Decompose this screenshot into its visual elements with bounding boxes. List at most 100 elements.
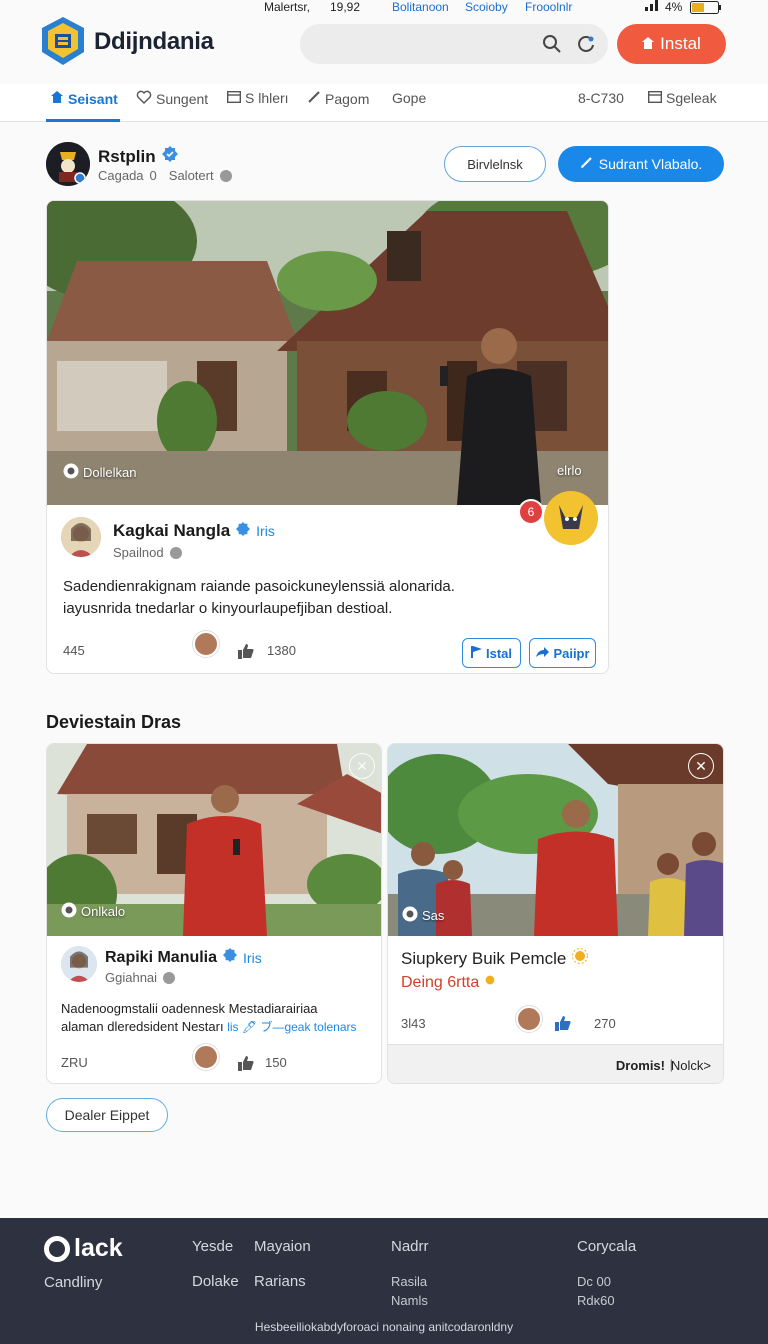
close-icon[interactable]: ✕ bbox=[688, 753, 714, 779]
install-label: Instal bbox=[660, 34, 701, 53]
footer-link[interactable]: Dolake bbox=[192, 1273, 239, 1290]
post-photo[interactable]: Sas ✕ bbox=[388, 744, 723, 936]
nav-item-sungent[interactable]: Sungent bbox=[136, 90, 208, 107]
refresh-icon[interactable] bbox=[576, 34, 596, 54]
footer-link[interactable]: Nadrr bbox=[391, 1238, 429, 1255]
share-chip-button[interactable]: Paiipr bbox=[529, 638, 596, 668]
photo-caption-right: elrlo bbox=[557, 463, 582, 478]
sun-icon bbox=[483, 973, 497, 992]
view-count: 445 bbox=[63, 643, 85, 658]
close-icon[interactable]: ✕ bbox=[349, 753, 375, 779]
author-subtitle: Ggiahnai bbox=[105, 970, 176, 985]
search-bar[interactable] bbox=[300, 24, 608, 64]
info-icon bbox=[169, 546, 182, 559]
commenter-avatar[interactable] bbox=[193, 1044, 219, 1070]
profile-name[interactable]: Rstplin bbox=[98, 146, 178, 167]
card-subtitle: Deing 6rtta bbox=[401, 973, 497, 992]
footer-tagline: Candliny bbox=[44, 1274, 103, 1291]
nav-item-sgeleak[interactable]: Sgeleak bbox=[647, 90, 717, 106]
like-count: 1380 bbox=[267, 643, 296, 658]
photo-location-tag[interactable]: Dollelkan bbox=[63, 463, 136, 482]
active-tab-indicator bbox=[46, 119, 120, 122]
author-name[interactable]: Rapiki Manulia Iris bbox=[105, 948, 262, 967]
footer-logo[interactable]: lack bbox=[44, 1234, 123, 1263]
view-count: ZRU bbox=[61, 1055, 88, 1070]
author-avatar[interactable] bbox=[61, 517, 101, 557]
status-link[interactable]: Scoioby bbox=[465, 0, 508, 14]
info-icon bbox=[163, 971, 176, 984]
commenter-avatar[interactable] bbox=[193, 631, 219, 657]
heart-icon bbox=[136, 90, 152, 107]
location-icon bbox=[63, 463, 79, 482]
location-icon bbox=[402, 906, 418, 925]
nav-item-code[interactable]: 8-C730 bbox=[578, 90, 624, 106]
author-subtitle: Spailnod bbox=[113, 545, 182, 560]
brand-logo-icon[interactable] bbox=[40, 16, 86, 66]
footer-logo-icon bbox=[44, 1235, 70, 1262]
post-text: Nadenoogmstalii oadennesk Mestadiarairia… bbox=[61, 1001, 357, 1034]
thumbs-up-icon[interactable] bbox=[554, 1014, 572, 1032]
footer-link[interactable]: Corycala bbox=[577, 1238, 636, 1255]
footer-legal: Hesbeeiliokabdyforoaci nonaing anitcodar… bbox=[254, 1320, 514, 1334]
window-icon bbox=[647, 90, 663, 106]
post-card-right[interactable]: Sas ✕ Siupkery Buik Pemcle Deing 6rtta 3… bbox=[387, 743, 724, 1084]
verified-badge-icon bbox=[223, 948, 238, 967]
status-carrier: Malertsr, bbox=[264, 0, 311, 14]
profile-stats: Cagada 0 Salotert bbox=[98, 168, 232, 183]
status-link[interactable]: Frooolnlr bbox=[525, 0, 572, 14]
avatar[interactable] bbox=[46, 142, 90, 186]
house-icon bbox=[642, 34, 655, 54]
post-text: Sadendienrakignam raiande pasoickuneylen… bbox=[63, 578, 455, 617]
nav-item-gope[interactable]: Gope bbox=[392, 90, 426, 106]
info-icon bbox=[219, 169, 232, 182]
search-icon[interactable] bbox=[542, 34, 562, 54]
photo-location-tag[interactable]: Sas bbox=[402, 906, 444, 925]
secondary-action-button[interactable]: Birvlelnsk bbox=[444, 146, 546, 182]
footer-info: Rdκ60 bbox=[577, 1293, 615, 1308]
location-icon bbox=[61, 902, 77, 921]
pencil-icon bbox=[580, 156, 593, 172]
home-icon bbox=[50, 90, 64, 107]
footer-link[interactable]: Mayaion bbox=[254, 1238, 311, 1255]
notification-badge[interactable]: 6 bbox=[518, 499, 544, 525]
sun-icon bbox=[572, 948, 589, 969]
commenter-avatar[interactable] bbox=[516, 1006, 542, 1032]
footer-info: Dc 00 bbox=[577, 1274, 611, 1289]
dealer-button[interactable]: Dealer Eippet bbox=[46, 1098, 168, 1132]
footer-link[interactable]: Namls bbox=[391, 1293, 428, 1308]
photo-location-tag[interactable]: Onlkalo bbox=[61, 902, 125, 921]
feature-post-card[interactable]: Dollelkan elrlo 6 Kagkai Nangla Iris Spa… bbox=[46, 200, 609, 674]
post-link[interactable]: lis 🖊 ブ—geak tolenars bbox=[227, 1020, 356, 1034]
window-icon bbox=[226, 90, 242, 106]
signal-icon bbox=[645, 0, 659, 14]
next-link[interactable]: Nolck> bbox=[671, 1058, 711, 1073]
nav-item-pagom[interactable]: Pagom bbox=[307, 90, 369, 107]
install-chip-button[interactable]: Istal bbox=[462, 638, 521, 668]
status-time: 19,92 bbox=[330, 0, 361, 14]
pen-icon bbox=[307, 90, 321, 107]
author-name[interactable]: Kagkai Nangla Iris bbox=[113, 521, 275, 541]
brand-name: Ddijndania bbox=[94, 28, 214, 55]
status-link[interactable]: Bolitanoon bbox=[392, 0, 449, 14]
card-title: Siupkery Buik Pemcle bbox=[401, 948, 589, 969]
section-title: Deviestain Dras bbox=[46, 712, 182, 732]
footer-link[interactable]: Rarians bbox=[254, 1273, 306, 1290]
author-avatar[interactable] bbox=[61, 946, 97, 982]
thumbs-up-icon[interactable] bbox=[237, 642, 255, 660]
footer-link[interactable]: Rasila bbox=[391, 1274, 427, 1289]
dismiss-button[interactable]: Dromis! bbox=[616, 1058, 665, 1073]
install-button[interactable]: Instal bbox=[617, 24, 726, 64]
top-nav: Seisant Sungent S lhlerı Pagom Gope 8-C7… bbox=[0, 84, 768, 122]
nav-item-shlern[interactable]: S lhlerı bbox=[226, 90, 289, 106]
app-header: Ddijndania Instal bbox=[0, 14, 768, 74]
post-photo[interactable]: Dollelkan elrlo bbox=[47, 201, 608, 505]
post-photo[interactable]: Onlkalo ✕ bbox=[47, 744, 381, 936]
primary-action-button[interactable]: Sudrant Vlabalo. bbox=[558, 146, 724, 182]
thumbs-up-icon[interactable] bbox=[237, 1054, 255, 1072]
verified-badge-icon bbox=[236, 521, 251, 541]
card-footer: Dromis! | Nolck> bbox=[388, 1044, 723, 1083]
nav-item-home[interactable]: Seisant bbox=[50, 90, 118, 107]
post-card-left[interactable]: Onlkalo ✕ Rapiki Manulia Iris Ggiahnai N… bbox=[46, 743, 382, 1084]
footer-link[interactable]: Yesde bbox=[192, 1238, 233, 1255]
like-count: 270 bbox=[594, 1016, 616, 1031]
